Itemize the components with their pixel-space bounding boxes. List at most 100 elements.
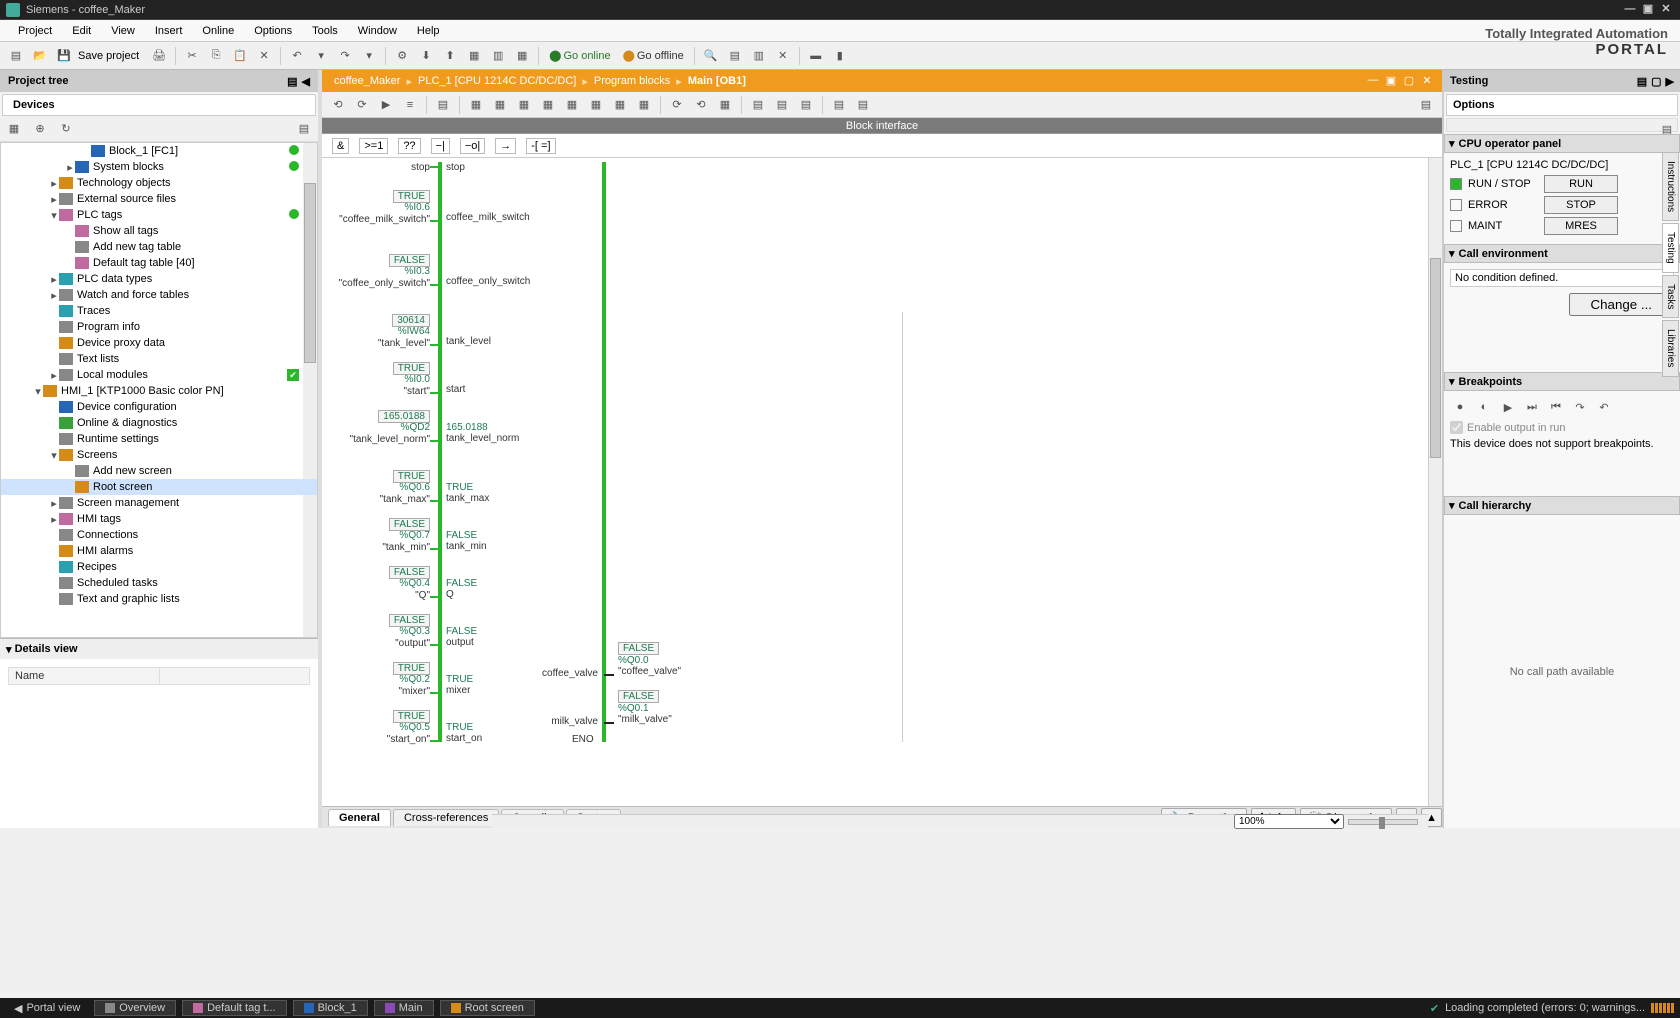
menu-project[interactable]: Project <box>8 23 62 39</box>
copy-icon[interactable]: ⎘ <box>206 46 226 66</box>
bp-icon-1[interactable]: ● <box>1450 397 1470 417</box>
crumb-project[interactable]: coffee_Maker <box>330 75 404 87</box>
menu-view[interactable]: View <box>101 23 145 39</box>
task-tab-main[interactable]: Main <box>374 1000 434 1016</box>
details-col-name[interactable]: Name <box>9 668 160 685</box>
tree-network-icon[interactable]: ▤ <box>294 119 314 139</box>
editor-min-icon[interactable]: — <box>1366 74 1380 88</box>
vtab-tasks[interactable]: Tasks <box>1662 275 1679 319</box>
menu-edit[interactable]: Edit <box>62 23 101 39</box>
tree-item-25[interactable]: HMI alarms <box>1 543 317 559</box>
tree-item-3[interactable]: ▸External source files <box>1 191 317 207</box>
tree-content[interactable]: Block_1 [FC1]▸System blocks▸Technology o… <box>0 142 318 638</box>
ed-tb-16[interactable]: ▦ <box>715 95 735 115</box>
bp-icon-7[interactable]: ↶ <box>1594 397 1614 417</box>
breakpoints-section[interactable]: ▾Breakpoints <box>1444 372 1680 391</box>
ed-tb-19[interactable]: ▤ <box>796 95 816 115</box>
menu-tools[interactable]: Tools <box>302 23 348 39</box>
tree-item-4[interactable]: ▾PLC tags <box>1 207 317 223</box>
menu-insert[interactable]: Insert <box>145 23 193 39</box>
tree-item-13[interactable]: Text lists <box>1 351 317 367</box>
op-unknown[interactable]: ?? <box>398 138 420 154</box>
cpu-btn-stop[interactable]: STOP <box>1544 196 1618 214</box>
compile-icon[interactable]: ⚙ <box>392 46 412 66</box>
tree-item-12[interactable]: Device proxy data <box>1 335 317 351</box>
go-online-button[interactable]: ⬤Go online <box>545 49 614 62</box>
editor-float-icon[interactable]: ▣ <box>1384 74 1398 88</box>
ed-tb-2[interactable]: ⟳ <box>352 95 372 115</box>
editor-close-icon[interactable]: ✕ <box>1420 74 1434 88</box>
tree-item-16[interactable]: Device configuration <box>1 399 317 415</box>
close-button[interactable]: ✕ <box>1658 3 1674 17</box>
tree-refresh-icon[interactable]: ↻ <box>56 119 76 139</box>
tree-item-5[interactable]: Show all tags <box>1 223 317 239</box>
bp-icon-4[interactable]: ⏭ <box>1522 397 1542 417</box>
call-env-change-button[interactable]: Change ... <box>1569 293 1675 316</box>
call-env-section[interactable]: ▾Call environment <box>1444 244 1680 263</box>
testing-pin-icon[interactable]: ▤ <box>1637 75 1647 88</box>
ed-tb-9[interactable]: ▦ <box>538 95 558 115</box>
crossref-icon[interactable]: ▤ <box>725 46 745 66</box>
download-icon[interactable]: ⬇ <box>416 46 436 66</box>
task-tab-block1[interactable]: Block_1 <box>293 1000 368 1016</box>
zoom-select[interactable]: 100% <box>1234 814 1344 829</box>
menu-help[interactable]: Help <box>407 23 450 39</box>
canvas-vscrollbar[interactable] <box>1428 158 1442 806</box>
ed-tb-20[interactable]: ▤ <box>829 95 849 115</box>
upload-icon[interactable]: ⬆ <box>440 46 460 66</box>
ed-tb-21[interactable]: ▤ <box>853 95 873 115</box>
new-project-icon[interactable]: ▤ <box>6 46 26 66</box>
crumb-plc[interactable]: PLC_1 [CPU 1214C DC/DC/DC] <box>414 75 580 87</box>
paste-icon[interactable]: 📋 <box>230 46 250 66</box>
callstruct-icon[interactable]: ▥ <box>749 46 769 66</box>
menu-online[interactable]: Online <box>192 23 244 39</box>
task-tab-overview[interactable]: Overview <box>94 1000 176 1016</box>
cpu-btn-run[interactable]: RUN <box>1544 175 1618 193</box>
op-ncontact[interactable]: −o| <box>460 138 485 154</box>
close-editor-icon[interactable]: ✕ <box>773 46 793 66</box>
vtab-testing[interactable]: Testing <box>1662 223 1679 273</box>
cpu-panel-section[interactable]: ▾CPU operator panel <box>1444 134 1680 153</box>
op-or[interactable]: >=1 <box>359 138 388 154</box>
crumb-main[interactable]: Main [OB1] <box>684 75 750 87</box>
ed-tb-11[interactable]: ▦ <box>586 95 606 115</box>
tree-item-10[interactable]: Traces <box>1 303 317 319</box>
ed-tb-1[interactable]: ⟲ <box>328 95 348 115</box>
call-hier-section[interactable]: ▾Call hierarchy <box>1444 496 1680 515</box>
tree-item-24[interactable]: Connections <box>1 527 317 543</box>
save-icon[interactable]: 💾 <box>54 46 74 66</box>
ed-tb-10[interactable]: ▦ <box>562 95 582 115</box>
testing-expand-icon[interactable]: ▶ <box>1666 75 1674 88</box>
simulation-icon[interactable]: ▦ <box>464 46 484 66</box>
bp-icon-6[interactable]: ↷ <box>1570 397 1590 417</box>
lower-tab-general[interactable]: General <box>328 809 391 826</box>
delete-icon[interactable]: ✕ <box>254 46 274 66</box>
ed-tb-sidebar-icon[interactable]: ▤ <box>1416 95 1436 115</box>
bp-icon-5[interactable]: ⏮ <box>1546 397 1566 417</box>
tree-expand-icon[interactable]: ▦ <box>4 119 24 139</box>
go-offline-button[interactable]: ⬤Go offline <box>619 49 688 62</box>
undo-dropdown-icon[interactable]: ▾ <box>311 46 331 66</box>
tree-item-9[interactable]: ▸Watch and force tables <box>1 287 317 303</box>
cpu-btn-mres[interactable]: MRES <box>1544 217 1618 235</box>
portal-view-button[interactable]: ◀ Portal view <box>6 1002 88 1015</box>
tree-item-0[interactable]: Block_1 [FC1] <box>1 143 317 159</box>
tree-item-20[interactable]: Add new screen <box>1 463 317 479</box>
editor-max-icon[interactable]: ▢ <box>1402 74 1416 88</box>
op-assign[interactable]: → <box>495 138 516 154</box>
project-tree-collapse-icon[interactable]: ▤ <box>287 75 297 88</box>
tree-item-26[interactable]: Recipes <box>1 559 317 575</box>
ed-tb-17[interactable]: ▤ <box>748 95 768 115</box>
zoom-slider[interactable] <box>1348 819 1418 825</box>
tree-item-6[interactable]: Add new tag table <box>1 239 317 255</box>
testing-float-icon[interactable]: ▢ <box>1651 75 1661 88</box>
save-project-label[interactable]: Save project <box>78 50 145 62</box>
vtab-libraries[interactable]: Libraries <box>1662 320 1679 376</box>
menu-window[interactable]: Window <box>348 23 407 39</box>
minimize-button[interactable]: — <box>1622 3 1638 17</box>
block-interface-header[interactable]: Block interface <box>322 118 1442 134</box>
tree-add-icon[interactable]: ⊕ <box>30 119 50 139</box>
redo-icon[interactable]: ↷ <box>335 46 355 66</box>
start-icon[interactable]: ▦ <box>512 46 532 66</box>
ed-tb-3[interactable]: ▶ <box>376 95 396 115</box>
